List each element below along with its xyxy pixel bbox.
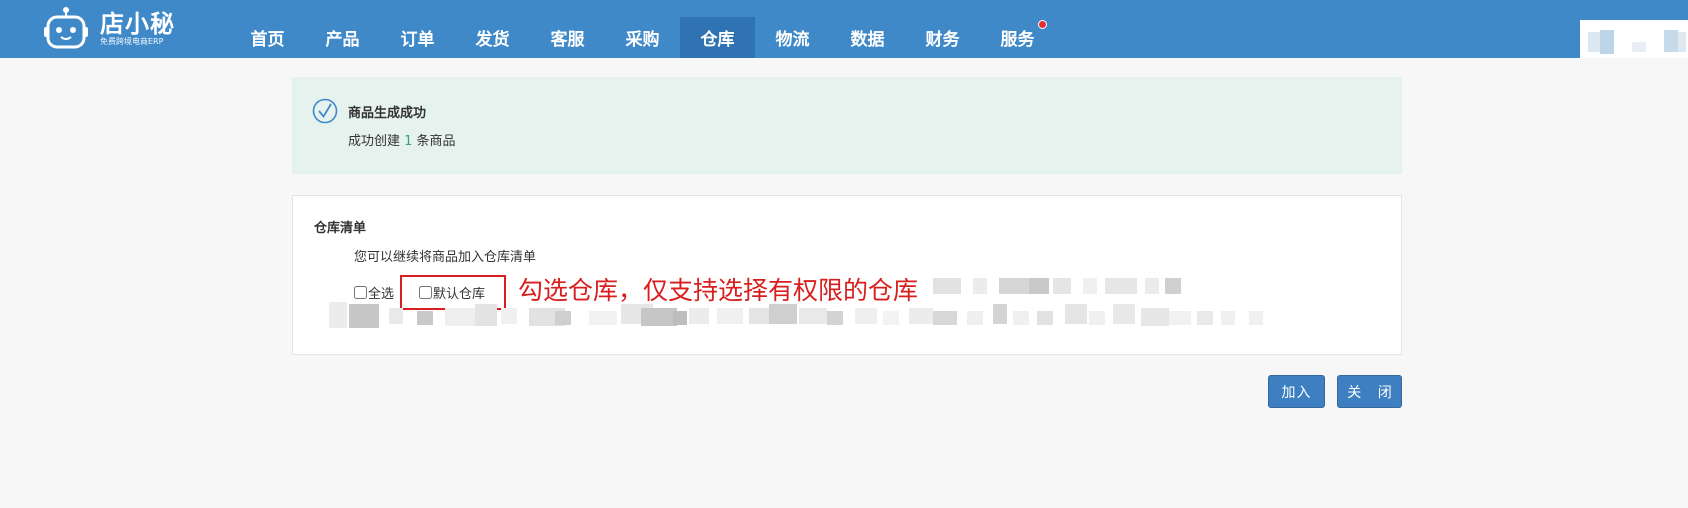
redacted-block <box>1089 311 1105 325</box>
nav-item-label: 仓库 <box>700 30 735 50</box>
check-circle-icon <box>312 98 338 124</box>
redacted-block <box>1053 278 1071 294</box>
nav-item-1[interactable]: 产品 <box>305 17 380 58</box>
success-title: 商品生成成功 <box>348 106 427 121</box>
redacted-block <box>909 308 933 324</box>
panel-hint: 您可以继续将商品加入仓库清单 <box>354 250 537 265</box>
redacted-block <box>993 304 1007 324</box>
message-prefix: 成功创建 <box>348 134 405 149</box>
redacted-block <box>555 311 571 325</box>
nav-item-label: 采购 <box>625 30 660 50</box>
redacted-block <box>1037 311 1053 325</box>
redacted-block <box>999 278 1029 294</box>
nav-item-3[interactable]: 发货 <box>455 17 530 58</box>
nav-item-label: 客服 <box>550 30 585 50</box>
message-suffix: 条商品 <box>412 134 456 149</box>
redacted-block <box>1249 311 1263 325</box>
panel-title: 仓库清单 <box>314 221 367 236</box>
robot-logo-icon <box>44 6 96 52</box>
nav-item-6[interactable]: 仓库 <box>680 17 755 58</box>
redacted-block <box>1083 278 1097 294</box>
redacted-block <box>1029 278 1049 294</box>
redacted-block <box>799 308 827 324</box>
redacted-block <box>1141 308 1169 326</box>
redacted-block <box>967 311 983 325</box>
redacted-block <box>689 308 709 324</box>
nav-item-label: 产品 <box>325 30 360 50</box>
success-alert: 商品生成成功 成功创建 1 条商品 <box>292 77 1402 174</box>
nav-item-label: 物流 <box>775 30 810 50</box>
nav-item-5[interactable]: 采购 <box>605 17 680 58</box>
redacted-block <box>475 304 497 326</box>
redacted-block <box>933 311 957 325</box>
redacted-block <box>1165 278 1181 294</box>
default-warehouse-label: 默认仓库 <box>433 287 486 302</box>
nav-item-label: 首页 <box>250 30 285 50</box>
redacted-block <box>501 308 517 324</box>
redacted-block <box>855 308 877 324</box>
main-nav: 首页 产品 订单 发货 客服 采购 仓库 物流 数据 财务 服务 <box>230 17 1055 58</box>
nav-item-label: 财务 <box>925 30 960 50</box>
close-button[interactable]: 关 闭 <box>1337 375 1402 408</box>
nav-item-label: 服务 <box>1000 30 1035 50</box>
logo-text: 店小秘 免费跨境电商ERP <box>100 11 175 47</box>
redacted-block <box>1113 304 1135 324</box>
nav-item-8[interactable]: 数据 <box>830 17 905 58</box>
redacted-block <box>1105 278 1137 294</box>
nav-item-0[interactable]: 首页 <box>230 17 305 58</box>
annotation-text: 勾选仓库，仅支持选择有权限的仓库 <box>518 276 919 305</box>
nav-item-2[interactable]: 订单 <box>380 17 455 58</box>
redacted-block <box>1169 311 1191 325</box>
redacted-block <box>749 308 769 324</box>
redacted-block <box>883 311 899 325</box>
user-account-area[interactable] <box>1580 20 1688 58</box>
nav-item-7[interactable]: 物流 <box>755 17 830 58</box>
redacted-block <box>641 308 677 326</box>
select-all-label: 全选 <box>368 287 395 302</box>
nav-item-label: 数据 <box>850 30 885 50</box>
select-all-option[interactable]: 全选 <box>354 283 394 302</box>
nav-item-label: 发货 <box>475 30 510 50</box>
nav-item-4[interactable]: 客服 <box>530 17 605 58</box>
success-message: 成功创建 1 条商品 <box>348 130 456 149</box>
select-all-checkbox[interactable] <box>354 286 367 299</box>
redacted-block <box>973 278 987 294</box>
redacted-block <box>717 308 743 324</box>
logo-subtitle: 免费跨境电商ERP <box>100 37 164 46</box>
redacted-block <box>673 311 687 325</box>
redacted-block <box>933 278 961 294</box>
redacted-block <box>329 302 347 328</box>
default-warehouse-checkbox[interactable] <box>419 286 433 299</box>
nav-item-9[interactable]: 财务 <box>905 17 980 58</box>
notification-dot <box>1038 20 1047 29</box>
redacted-block <box>589 311 617 325</box>
redacted-block <box>417 311 433 325</box>
nav-item-label: 订单 <box>400 30 435 50</box>
add-button[interactable]: 加入 <box>1268 375 1325 408</box>
top-navigation-bar: 店小秘 免费跨境电商ERP 首页 产品 订单 发货 客服 采购 仓库 物流 数据 财务 服务 <box>0 0 1688 58</box>
redacted-block <box>1065 304 1087 324</box>
nav-item-10[interactable]: 服务 <box>980 17 1055 58</box>
redacted-block <box>1197 311 1213 325</box>
logo-title: 店小秘 <box>100 10 175 38</box>
redacted-block <box>389 308 403 324</box>
redacted-block <box>445 308 475 326</box>
redacted-block <box>1145 278 1159 294</box>
redacted-block <box>769 304 797 324</box>
redacted-block <box>1221 311 1235 325</box>
redacted-block <box>1013 311 1029 325</box>
redacted-block <box>349 304 379 328</box>
redacted-block <box>827 311 843 325</box>
logo[interactable]: 店小秘 免费跨境电商ERP <box>44 4 175 54</box>
